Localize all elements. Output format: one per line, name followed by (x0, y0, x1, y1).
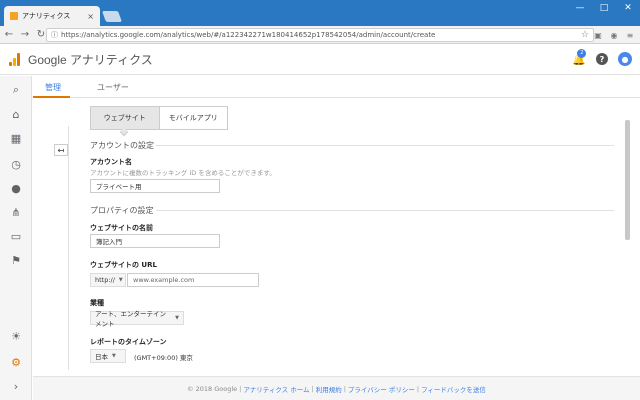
notifications-bell-icon[interactable]: 🔔 2 (572, 48, 587, 66)
tab-close-icon[interactable]: × (87, 12, 94, 21)
analytics-logo-icon (9, 53, 20, 66)
back-arrow-button[interactable]: ↤ (54, 144, 68, 156)
behavior-icon[interactable]: ▭ (8, 228, 24, 244)
expand-chevron-icon[interactable]: › (8, 378, 24, 394)
url-text[interactable]: https://analytics.google.com/analytics/w… (61, 31, 581, 39)
copyright-text: © 2018 Google (187, 384, 238, 393)
chevron-down-icon: ▼ (118, 277, 123, 283)
home-icon[interactable]: ⌂ (8, 106, 24, 122)
site-name-label: ウェブサイトの名前 (90, 224, 153, 232)
account-name-help: アカウントに複数のトラッキング ID を含めることができます。 (90, 169, 276, 177)
back-arrow-icon[interactable]: ← (2, 28, 16, 42)
close-window-button[interactable]: ✕ (616, 0, 640, 16)
help-icon[interactable]: ? (596, 53, 608, 65)
extension-icon[interactable]: ▣ (592, 29, 604, 41)
footer-link-feedback[interactable]: フィードバックを送信 (421, 384, 486, 394)
property-section-title: プロパティの設定 (90, 206, 154, 215)
url-protocol-select[interactable]: http:// ▼ (90, 273, 126, 287)
account-name-label: アカウント名 (90, 158, 132, 166)
analytics-favicon-icon (10, 12, 18, 20)
url-protocol-value: http:// (95, 276, 115, 284)
acquisition-icon[interactable]: ⋔ (8, 204, 24, 220)
industry-label: 業種 (90, 299, 104, 307)
conversions-flag-icon[interactable]: ⚑ (8, 252, 24, 268)
section-divider (156, 210, 614, 211)
maximize-button[interactable]: □ (592, 0, 616, 16)
address-bar[interactable]: ⓘ https://analytics.google.com/analytics… (46, 28, 594, 42)
timezone-country-value: 日本 (95, 353, 108, 361)
chevron-down-icon: ▼ (112, 353, 116, 359)
timezone-label: レポートのタイムゾーン (90, 338, 167, 346)
property-type-selector: ウェブサイト モバイルアプリ (90, 106, 228, 137)
active-tab-indicator (33, 96, 70, 98)
left-nav-rail: ⌕ ⌂ ▦ ◷ ● ⋔ ▭ ⚑ ☀ ⚙ › (0, 76, 32, 400)
account-section-title: アカウントの設定 (90, 141, 154, 150)
realtime-clock-icon[interactable]: ◷ (8, 156, 24, 172)
site-url-label: ウェブサイトの URL (90, 261, 157, 269)
page-footer: © 2018 Google | アナリティクス ホーム | 利用規約 | プライ… (33, 376, 640, 400)
browser-titlebar: アナリティクス × — □ ✕ (0, 0, 640, 26)
new-tab-button[interactable] (101, 11, 123, 22)
discover-lightbulb-icon[interactable]: ☀ (8, 328, 24, 344)
app-header: Google アナリティクス 🔔 2 ? ● (0, 45, 640, 75)
section-divider (156, 145, 614, 146)
browser-tab-title: アナリティクス (22, 12, 71, 20)
tab-users[interactable]: ユーザー (97, 82, 129, 93)
forward-arrow-icon[interactable]: → (18, 28, 32, 42)
page-scrollbar[interactable] (625, 120, 630, 240)
mobile-app-option[interactable]: モバイルアプリ (158, 107, 227, 129)
tab-admin[interactable]: 管理 (45, 82, 61, 93)
search-icon[interactable]: ⌕ (8, 82, 24, 98)
browser-toolbar: ← → ↻ ⓘ https://analytics.google.com/ana… (0, 26, 640, 44)
timezone-value[interactable]: (GMT+09:00) 東京 (134, 352, 193, 362)
browser-tab[interactable]: アナリティクス × (4, 6, 100, 26)
industry-value: アート、エンターテインメント (95, 310, 166, 328)
admin-gear-icon[interactable]: ⚙ (8, 354, 24, 370)
footer-link-privacy[interactable]: プライバシー ポリシー (348, 384, 415, 394)
audience-person-icon[interactable]: ● (8, 180, 24, 196)
selected-caret (119, 127, 129, 137)
footer-link-terms[interactable]: 利用規約 (316, 384, 342, 394)
site-url-input[interactable]: www.example.com (127, 273, 259, 287)
account-name-input[interactable]: プライベート用 (90, 179, 220, 193)
app-title: Google アナリティクス (28, 53, 153, 67)
industry-select[interactable]: アート、エンターテインメント ▼ (90, 310, 184, 328)
notification-badge: 2 (577, 48, 587, 58)
camera-icon[interactable]: ◉ (608, 29, 620, 41)
customization-icon[interactable]: ▦ (8, 130, 24, 146)
admin-tabs: 管理 ユーザー (33, 76, 640, 98)
footer-link-analytics-home[interactable]: アナリティクス ホーム (243, 384, 309, 394)
step-timeline (68, 126, 69, 370)
minimize-button[interactable]: — (568, 0, 592, 16)
avatar[interactable]: ● (618, 52, 632, 66)
bookmark-star-icon[interactable]: ☆ (581, 30, 589, 40)
website-option[interactable]: ウェブサイト (91, 107, 159, 129)
timezone-country-select[interactable]: 日本 ▼ (90, 349, 126, 363)
chevron-down-icon: ▼ (175, 315, 179, 321)
info-icon[interactable]: ⓘ (51, 30, 58, 40)
menu-icon[interactable]: ≡ (624, 29, 636, 41)
site-name-input[interactable]: 簿記入門 (90, 234, 220, 248)
